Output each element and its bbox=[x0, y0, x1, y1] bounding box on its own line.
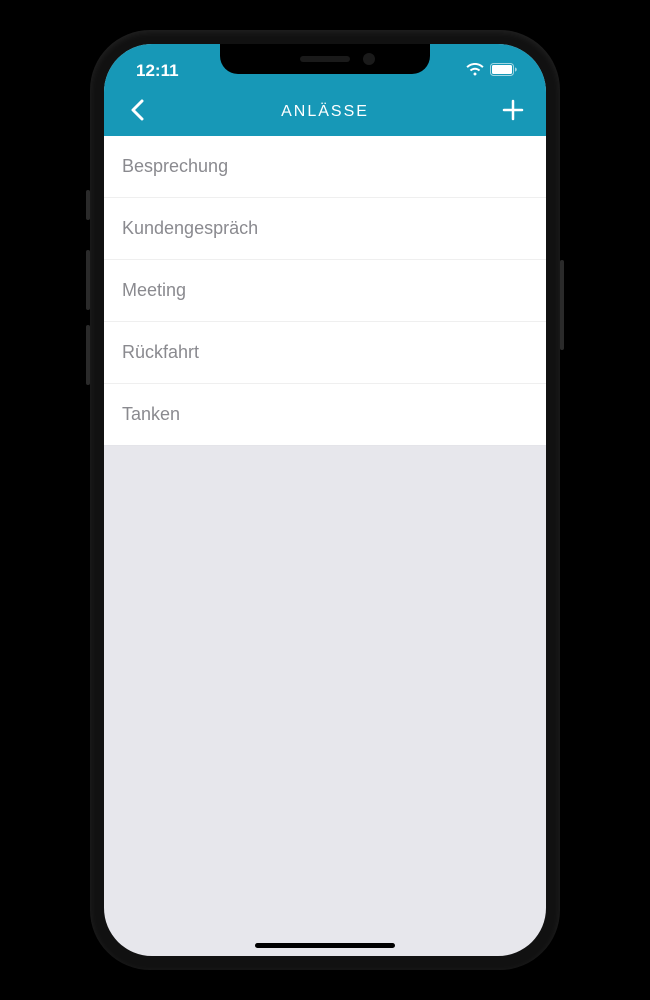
list-item-label: Tanken bbox=[122, 404, 180, 424]
occasions-list: Besprechung Kundengespräch Meeting Rückf… bbox=[104, 136, 546, 446]
list-item-label: Kundengespräch bbox=[122, 218, 258, 238]
status-icons bbox=[466, 51, 518, 81]
nav-bar: ANLÄSSE bbox=[104, 88, 546, 136]
list-item[interactable]: Tanken bbox=[104, 384, 546, 446]
home-indicator[interactable] bbox=[255, 943, 395, 948]
list-item[interactable]: Meeting bbox=[104, 260, 546, 322]
list-item[interactable]: Kundengespräch bbox=[104, 198, 546, 260]
list-item-label: Besprechung bbox=[122, 156, 228, 176]
list-item[interactable]: Besprechung bbox=[104, 136, 546, 198]
list-item[interactable]: Rückfahrt bbox=[104, 322, 546, 384]
back-button[interactable] bbox=[122, 99, 152, 126]
status-time: 12:11 bbox=[136, 51, 179, 81]
wifi-icon bbox=[466, 61, 484, 81]
volume-up-button bbox=[86, 250, 90, 310]
battery-icon bbox=[490, 61, 518, 81]
plus-icon bbox=[502, 99, 524, 126]
chevron-left-icon bbox=[130, 99, 144, 126]
device-frame: 12:11 bbox=[90, 30, 560, 970]
list-item-label: Meeting bbox=[122, 280, 186, 300]
silence-switch bbox=[86, 190, 90, 220]
screen: 12:11 bbox=[104, 44, 546, 956]
power-button bbox=[560, 260, 564, 350]
page-title: ANLÄSSE bbox=[281, 103, 369, 121]
list-item-label: Rückfahrt bbox=[122, 342, 199, 362]
volume-down-button bbox=[86, 325, 90, 385]
speaker bbox=[300, 56, 350, 62]
add-button[interactable] bbox=[498, 99, 528, 126]
notch bbox=[220, 44, 430, 74]
front-camera bbox=[363, 53, 375, 65]
